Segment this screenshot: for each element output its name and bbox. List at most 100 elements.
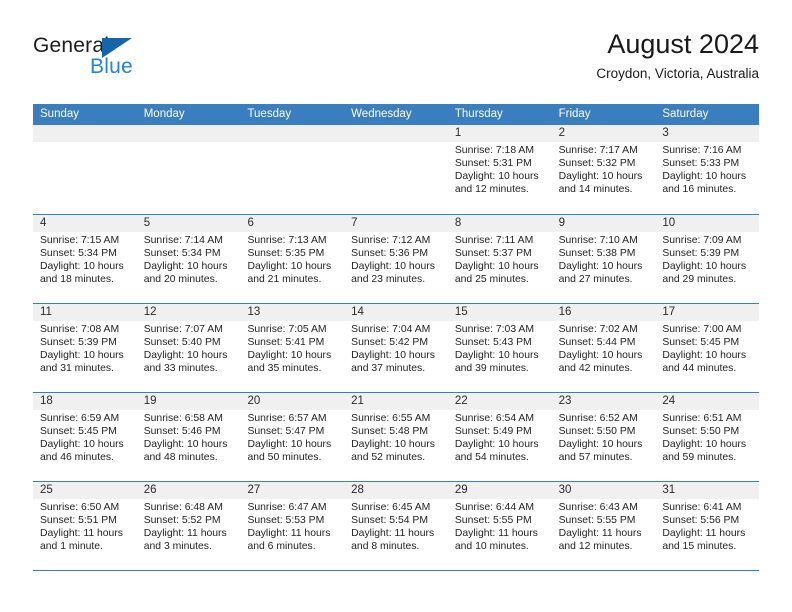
calendar-day-cell[interactable]: 15 Sunrise: 7:03 AM Sunset: 5:43 PM Dayligh…: [447, 304, 552, 392]
weekday-header-monday: Monday: [143, 108, 185, 120]
calendar-day-cell[interactable]: 23 Sunrise: 6:52 AM Sunset: 5:50 PM Dayligh…: [551, 393, 656, 481]
calendar-day-cell[interactable]: 28 Sunrise: 6:45 AM Sunset: 5:54 PM Dayligh…: [344, 482, 448, 570]
sunset-time: Sunset: 5:39 PM: [40, 336, 117, 348]
sunrise-time: Sunrise: 6:58 AM: [143, 413, 223, 424]
calendar-day-cell[interactable]: 18 Sunrise: 6:59 AM Sunset: 5:45 PM Dayligh…: [33, 393, 137, 481]
calendar-day-cell[interactable]: 16 Sunrise: 7:02 AM Sunset: 5:44 PM Dayligh…: [551, 304, 656, 392]
general-blue-logo[interactable]: General Blue: [33, 34, 233, 90]
calendar-day-cell[interactable]: 7 Sunrise: 7:12 AM Sunset: 5:36 PM Daylight…: [344, 215, 448, 303]
calendar-page: General Blue August 2024 Croydon, Victor…: [0, 0, 792, 612]
sunset-time: Sunset: 5:46 PM: [143, 425, 221, 437]
daylight-duration-line1: Daylight: 10 hours: [558, 260, 643, 272]
title-block: August 2024 Croydon, Victoria, Australia: [596, 28, 759, 84]
day-number: 15: [447, 304, 552, 321]
calendar-day-cell[interactable]: 30 Sunrise: 6:43 AM Sunset: 5:55 PM Dayligh…: [551, 482, 656, 570]
day-number: 6: [240, 215, 345, 232]
daylight-duration-line1: Daylight: 10 hours: [143, 349, 228, 361]
day-number: 27: [240, 482, 345, 499]
daylight-duration-line2: and 10 minutes.: [454, 540, 529, 552]
calendar-day-cell[interactable]: 26 Sunrise: 6:48 AM Sunset: 5:52 PM Dayligh…: [136, 482, 241, 570]
day-details: Sunrise: 7:05 AM Sunset: 5:41 PM Daylight:…: [240, 321, 344, 376]
daylight-duration-line1: Daylight: 11 hours: [454, 527, 538, 539]
sunrise-time: Sunrise: 7:14 AM: [143, 235, 223, 246]
calendar-day-cell[interactable]: 17 Sunrise: 7:00 AM Sunset: 5:45 PM Dayligh…: [655, 304, 760, 392]
sunset-time: Sunset: 5:50 PM: [662, 425, 740, 437]
day-details: Sunrise: 7:07 AM Sunset: 5:40 PM Daylight:…: [137, 321, 241, 376]
calendar-day-cell[interactable]: 19 Sunrise: 6:58 AM Sunset: 5:46 PM Dayligh…: [136, 393, 241, 481]
daylight-duration-line2: and 42 minutes.: [558, 362, 633, 374]
calendar-day-cell[interactable]: 20 Sunrise: 6:57 AM Sunset: 5:47 PM Dayligh…: [240, 393, 345, 481]
day-number: 21: [344, 393, 448, 410]
day-details: Sunrise: 6:47 AM Sunset: 5:53 PM Daylight:…: [240, 499, 344, 554]
sunset-time: Sunset: 5:48 PM: [351, 425, 428, 437]
calendar-day-cell[interactable]: 10 Sunrise: 7:09 AM Sunset: 5:39 PM Dayligh…: [655, 215, 760, 303]
calendar-day-cell[interactable]: 29 Sunrise: 6:44 AM Sunset: 5:55 PM Dayligh…: [447, 482, 552, 570]
sunset-time: Sunset: 5:49 PM: [454, 425, 532, 437]
calendar-day-cell-empty: [240, 125, 345, 214]
calendar-week-row: 1 Sunrise: 7:18 AM Sunset: 5:31 PM Daylight…: [33, 125, 760, 215]
calendar-day-cell[interactable]: 25 Sunrise: 6:50 AM Sunset: 5:51 PM Dayligh…: [33, 482, 137, 570]
daylight-duration-line2: and 37 minutes.: [351, 362, 426, 374]
calendar-day-cell[interactable]: 4 Sunrise: 7:15 AM Sunset: 5:34 PM Daylight…: [33, 215, 137, 303]
daylight-duration-line2: and 54 minutes.: [454, 451, 529, 463]
brand-name-blue: Blue: [90, 55, 133, 78]
day-details: Sunrise: 7:15 AM Sunset: 5:34 PM Daylight:…: [33, 232, 137, 287]
day-number: [136, 125, 241, 142]
day-number: 26: [136, 482, 241, 499]
calendar-day-cell[interactable]: 3 Sunrise: 7:16 AM Sunset: 5:33 PM Daylight…: [655, 125, 760, 214]
day-details: Sunrise: 6:44 AM Sunset: 5:55 PM Daylight:…: [448, 499, 552, 554]
calendar-day-cell[interactable]: 31 Sunrise: 6:41 AM Sunset: 5:56 PM Dayligh…: [655, 482, 760, 570]
calendar-day-cell[interactable]: 1 Sunrise: 7:18 AM Sunset: 5:31 PM Daylight…: [447, 125, 552, 214]
day-number: 9: [551, 215, 656, 232]
daylight-duration-line1: Daylight: 10 hours: [351, 438, 435, 450]
daylight-duration-line2: and 14 minutes.: [558, 183, 633, 195]
page-subtitle-location: Croydon, Victoria, Australia: [596, 66, 759, 81]
calendar-day-cell[interactable]: 6 Sunrise: 7:13 AM Sunset: 5:35 PM Daylight…: [240, 215, 345, 303]
sunrise-time: Sunrise: 6:43 AM: [558, 502, 638, 513]
sunrise-time: Sunrise: 6:59 AM: [40, 413, 120, 424]
daylight-duration-line1: Daylight: 10 hours: [40, 349, 124, 361]
day-details: Sunrise: 7:03 AM Sunset: 5:43 PM Daylight:…: [448, 321, 552, 376]
calendar-day-cell[interactable]: 14 Sunrise: 7:04 AM Sunset: 5:42 PM Dayligh…: [344, 304, 448, 392]
day-number: [240, 125, 345, 142]
sunset-time: Sunset: 5:55 PM: [558, 514, 636, 526]
day-details: Sunrise: 7:16 AM Sunset: 5:33 PM Daylight:…: [655, 142, 759, 197]
sunset-time: Sunset: 5:41 PM: [247, 336, 325, 348]
calendar-day-cell[interactable]: 5 Sunrise: 7:14 AM Sunset: 5:34 PM Daylight…: [136, 215, 241, 303]
daylight-duration-line1: Daylight: 10 hours: [40, 260, 124, 272]
sunset-time: Sunset: 5:50 PM: [558, 425, 636, 437]
sunrise-time: Sunrise: 7:15 AM: [40, 235, 120, 246]
calendar-day-cell[interactable]: 2 Sunrise: 7:17 AM Sunset: 5:32 PM Daylight…: [551, 125, 656, 214]
calendar-day-cell[interactable]: 27 Sunrise: 6:47 AM Sunset: 5:53 PM Dayligh…: [240, 482, 345, 570]
day-number: 7: [344, 215, 448, 232]
sunrise-time: Sunrise: 7:13 AM: [247, 235, 327, 246]
calendar-day-cell[interactable]: 24 Sunrise: 6:51 AM Sunset: 5:50 PM Dayligh…: [655, 393, 760, 481]
daylight-duration-line2: and 23 minutes.: [351, 273, 426, 285]
daylight-duration-line2: and 21 minutes.: [247, 273, 322, 285]
day-details: Sunrise: 7:18 AM Sunset: 5:31 PM Daylight:…: [448, 142, 552, 197]
calendar-day-cell[interactable]: 9 Sunrise: 7:10 AM Sunset: 5:38 PM Daylight…: [551, 215, 656, 303]
calendar-day-cell[interactable]: 8 Sunrise: 7:11 AM Sunset: 5:37 PM Daylight…: [447, 215, 552, 303]
sunset-time: Sunset: 5:55 PM: [454, 514, 532, 526]
daylight-duration-line2: and 48 minutes.: [143, 451, 218, 463]
day-number: 8: [447, 215, 552, 232]
day-details: Sunrise: 7:17 AM Sunset: 5:32 PM Daylight:…: [552, 142, 656, 197]
day-details: Sunrise: 7:00 AM Sunset: 5:45 PM Daylight:…: [655, 321, 759, 376]
day-details: Sunrise: 6:48 AM Sunset: 5:52 PM Daylight:…: [137, 499, 241, 554]
day-details: Sunrise: 6:54 AM Sunset: 5:49 PM Daylight:…: [448, 410, 552, 465]
day-details: Sunrise: 7:12 AM Sunset: 5:36 PM Daylight:…: [344, 232, 448, 287]
daylight-duration-line1: Daylight: 10 hours: [558, 170, 643, 182]
daylight-duration-line1: Daylight: 10 hours: [454, 170, 539, 182]
sunset-time: Sunset: 5:32 PM: [558, 157, 636, 169]
day-details: Sunrise: 6:43 AM Sunset: 5:55 PM Daylight:…: [552, 499, 656, 554]
sunrise-time: Sunrise: 6:50 AM: [40, 502, 120, 513]
calendar-day-cell[interactable]: 21 Sunrise: 6:55 AM Sunset: 5:48 PM Dayligh…: [344, 393, 448, 481]
calendar-day-cell[interactable]: 11 Sunrise: 7:08 AM Sunset: 5:39 PM Dayligh…: [33, 304, 137, 392]
day-details: Sunrise: 6:59 AM Sunset: 5:45 PM Daylight:…: [33, 410, 137, 465]
calendar-day-cell[interactable]: 12 Sunrise: 7:07 AM Sunset: 5:40 PM Dayligh…: [136, 304, 241, 392]
calendar-day-cell[interactable]: 22 Sunrise: 6:54 AM Sunset: 5:49 PM Dayligh…: [447, 393, 552, 481]
calendar-day-cell[interactable]: 13 Sunrise: 7:05 AM Sunset: 5:41 PM Dayligh…: [240, 304, 345, 392]
daylight-duration-line1: Daylight: 10 hours: [247, 260, 332, 272]
calendar-week-row: 4 Sunrise: 7:15 AM Sunset: 5:34 PM Daylight…: [33, 215, 760, 304]
daylight-duration-line2: and 57 minutes.: [558, 451, 633, 463]
